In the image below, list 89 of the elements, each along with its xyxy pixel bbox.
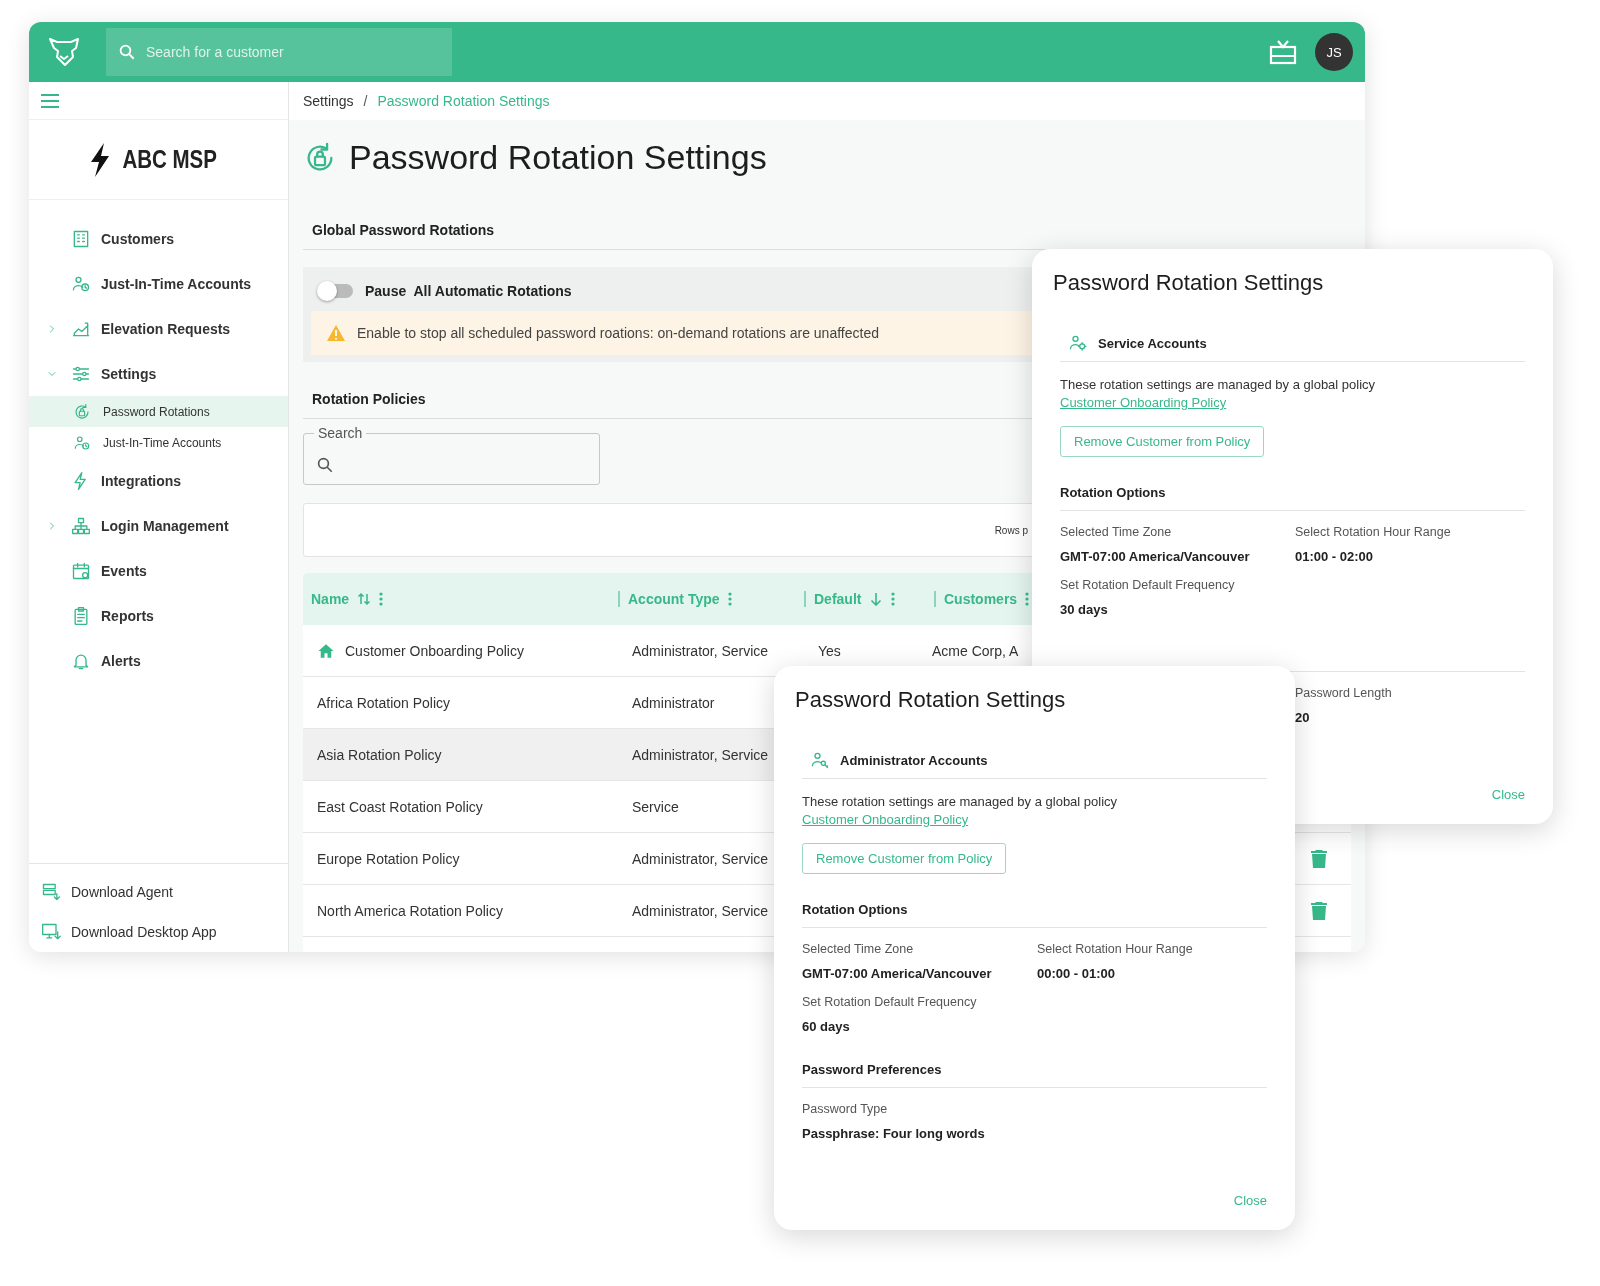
- sidebar-item[interactable]: Elevation Requests: [29, 306, 288, 351]
- table-cell: Africa Rotation Policy: [317, 694, 451, 711]
- search-icon: [118, 43, 136, 61]
- toggle-switch[interactable]: [319, 284, 353, 298]
- sidebar-item[interactable]: Login Management: [29, 503, 288, 548]
- field-value: 20: [1295, 710, 1311, 725]
- user-key-icon: [810, 750, 830, 770]
- sidebar-item[interactable]: Alerts: [29, 638, 288, 683]
- field-label: Selected Time Zone: [1060, 525, 1173, 539]
- warning-text: Enable to stop all scheduled password roations: on-demand rotations are unaffected: [357, 325, 879, 341]
- section-heading: Rotation Policies: [312, 391, 426, 407]
- field-label: Select Rotation Hour Range: [1295, 525, 1452, 539]
- account-type-label: Service Accounts: [1098, 335, 1207, 351]
- sidebar-item[interactable]: Integrations: [29, 458, 288, 503]
- lock-rotate-icon: [73, 402, 91, 421]
- trash-icon[interactable]: [1311, 901, 1327, 920]
- table-cell: Acme Corp, A: [932, 642, 1019, 659]
- field-value: Passphrase: Four long words: [802, 1126, 986, 1141]
- field-label: Selected Time Zone: [802, 942, 915, 956]
- table-cell: Service: [632, 798, 679, 815]
- sort-icon[interactable]: [357, 592, 372, 606]
- column-menu-icon[interactable]: [379, 592, 384, 606]
- breadcrumb-link[interactable]: Settings: [303, 93, 354, 109]
- section-heading: Password Preferences: [802, 1062, 942, 1077]
- table-cell: East Coast Rotation Policy: [317, 798, 483, 815]
- section-heading: Rotation Options: [1060, 485, 1166, 500]
- monitor-download-icon: [41, 922, 61, 942]
- sidebar-item[interactable]: Settings: [29, 351, 288, 396]
- table-cell: North America Rotation Policy: [317, 902, 503, 919]
- server-download-icon: [41, 882, 61, 902]
- field-label: Password Type: [802, 1102, 889, 1116]
- table-cell: Yes: [818, 642, 841, 659]
- field-value: GMT-07:00 America/Vancouver: [802, 966, 993, 981]
- sidebar-subitem[interactable]: Just-In-Time Accounts: [29, 427, 288, 458]
- page-title: Password Rotation Settings: [349, 138, 767, 177]
- field-value: 00:00 - 01:00: [1037, 966, 1117, 981]
- user-clock-icon: [73, 433, 91, 452]
- dialog-title: Password Rotation Settings: [795, 686, 1067, 714]
- sidebar-item[interactable]: Just-In-Time Accounts: [29, 261, 288, 306]
- column-menu-icon[interactable]: [727, 592, 732, 606]
- breadcrumb-separator: /: [363, 93, 368, 109]
- field-label: Search: [317, 425, 364, 441]
- sitemap-icon: [71, 515, 91, 536]
- table-cell: Administrator, Service: [632, 746, 769, 763]
- toggle-label: Pause All Automatic Rotations: [365, 283, 572, 299]
- field-value: 60 days: [802, 1019, 851, 1034]
- warning-icon: [327, 325, 345, 341]
- brand-logo: ABC MSP: [122, 145, 217, 174]
- menu-icon[interactable]: [41, 93, 59, 108]
- table-cell: Europe Rotation Policy: [317, 850, 460, 867]
- building-icon: [71, 228, 91, 249]
- field-value: 30 days: [1060, 602, 1109, 617]
- sidebar-link[interactable]: Download Agent: [29, 872, 288, 912]
- policy-note: These rotation settings are managed by a global policy Customer Onboarding Policy: [1060, 376, 1377, 412]
- logo-icon: [47, 36, 81, 68]
- gift-icon[interactable]: [1269, 39, 1297, 65]
- trash-icon[interactable]: [1311, 849, 1327, 868]
- policy-note: These rotation settings are managed by a global policy Customer Onboarding Policy: [802, 793, 1119, 829]
- sidebar-item[interactable]: Customers: [29, 216, 288, 261]
- field-label: Password Length: [1295, 686, 1393, 700]
- table-cell: Administrator, Service: [632, 642, 769, 659]
- account-type-label: Administrator Accounts: [840, 752, 988, 768]
- column-menu-icon[interactable]: [891, 592, 896, 606]
- table-cell: Administrator, Service: [632, 902, 769, 919]
- column-menu-icon[interactable]: [1025, 592, 1030, 606]
- field-value: 01:00 - 02:00: [1295, 549, 1375, 564]
- user-gear-icon: [1068, 333, 1088, 353]
- rows-per-page-label: Rows p: [994, 524, 1028, 536]
- table-cell: Asia Rotation Policy: [317, 746, 442, 763]
- sort-descending-icon[interactable]: [869, 592, 884, 606]
- field-label: Set Rotation Default Frequency: [1060, 578, 1236, 592]
- calendar-icon: [71, 560, 91, 581]
- table-cell: Administrator, Service: [632, 850, 769, 867]
- search-field[interactable]: Search: [303, 425, 600, 485]
- field-label: Set Rotation Default Frequency: [802, 995, 978, 1009]
- sidebar-subitem[interactable]: Password Rotations: [29, 396, 288, 427]
- field-value: GMT-07:00 America/Vancouver: [1060, 549, 1251, 564]
- user-avatar[interactable]: JS: [1315, 33, 1353, 71]
- section-heading: Global Password Rotations: [312, 222, 495, 238]
- table-cell: Customer Onboarding Policy: [345, 642, 524, 659]
- table-cell: Administrator: [632, 694, 715, 711]
- sidebar-link[interactable]: Download Desktop App: [29, 912, 288, 952]
- sidebar-item[interactable]: Events: [29, 548, 288, 593]
- dialog-title: Password Rotation Settings: [1053, 269, 1325, 297]
- lightning-icon: [89, 142, 110, 177]
- field-label: Select Rotation Hour Range: [1037, 942, 1194, 956]
- sidebar-item[interactable]: Reports: [29, 593, 288, 638]
- section-heading: Rotation Options: [802, 902, 908, 917]
- search-icon: [316, 455, 334, 474]
